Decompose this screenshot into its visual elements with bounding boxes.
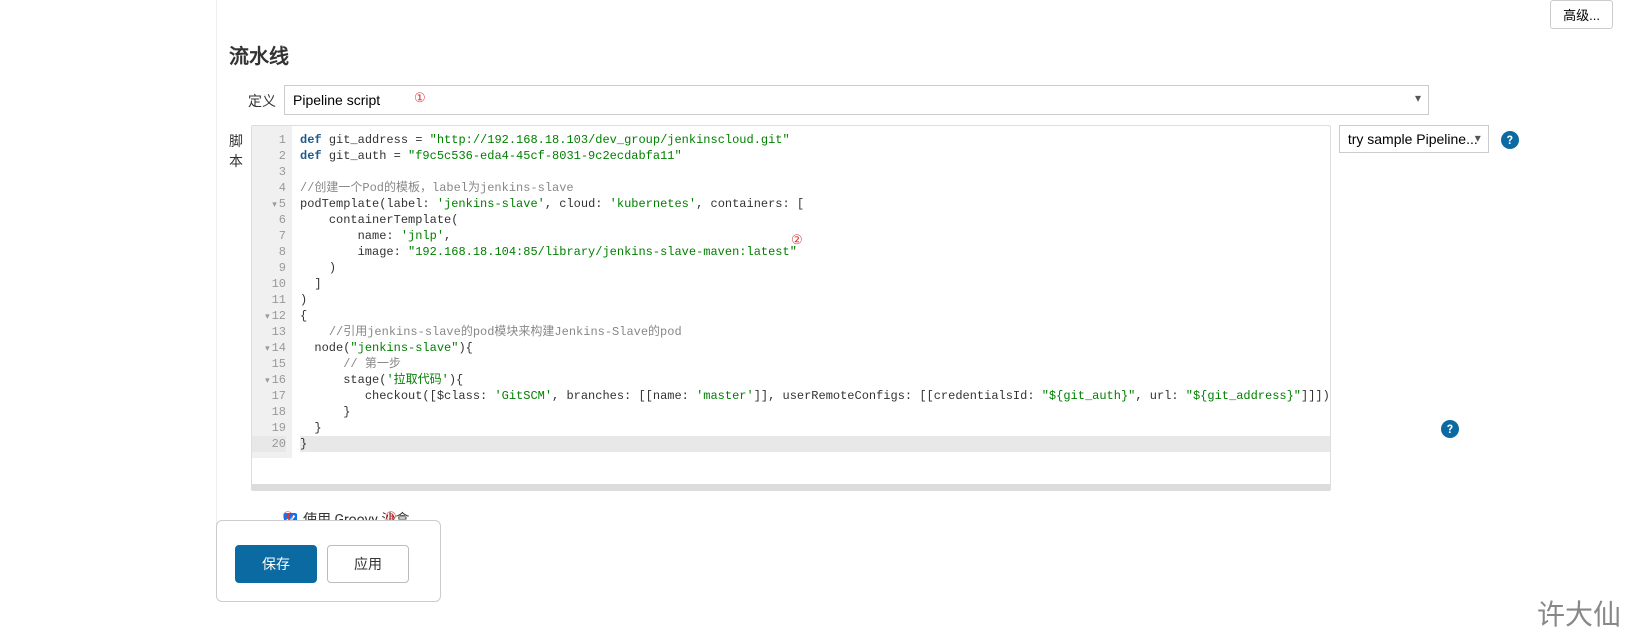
definition-label: 定义 [229,85,284,111]
code-editor[interactable]: 1234▾567891011▾1213▾1415▾1617181920 def … [251,125,1331,491]
editor-scrollbar[interactable] [252,484,1330,490]
definition-select[interactable]: Pipeline script [284,85,1429,115]
line-gutter: 1234▾567891011▾1213▾1415▾1617181920 [252,126,292,458]
advanced-button[interactable]: 高级... [1550,0,1613,29]
annotation-1: ① [414,91,426,106]
watermark: 许大仙 [1537,593,1621,633]
sample-pipeline-select[interactable]: try sample Pipeline... [1339,125,1489,153]
section-title: 流水线 [229,40,1429,69]
help-icon[interactable]: ? [1501,131,1519,149]
code-area[interactable]: def git_address = "http://192.168.18.103… [292,126,1330,458]
save-button[interactable]: 保存 [235,545,317,583]
script-label: 脚本 [229,125,251,171]
apply-button[interactable]: 应用 [327,545,409,583]
help-icon[interactable]: ? [1441,420,1459,438]
pipeline-panel: 流水线 定义 Pipeline script ① 脚本 1234▾5678910… [216,0,1441,577]
annotation-2: ② [791,233,803,248]
action-bar: 保存 应用 [216,520,441,602]
